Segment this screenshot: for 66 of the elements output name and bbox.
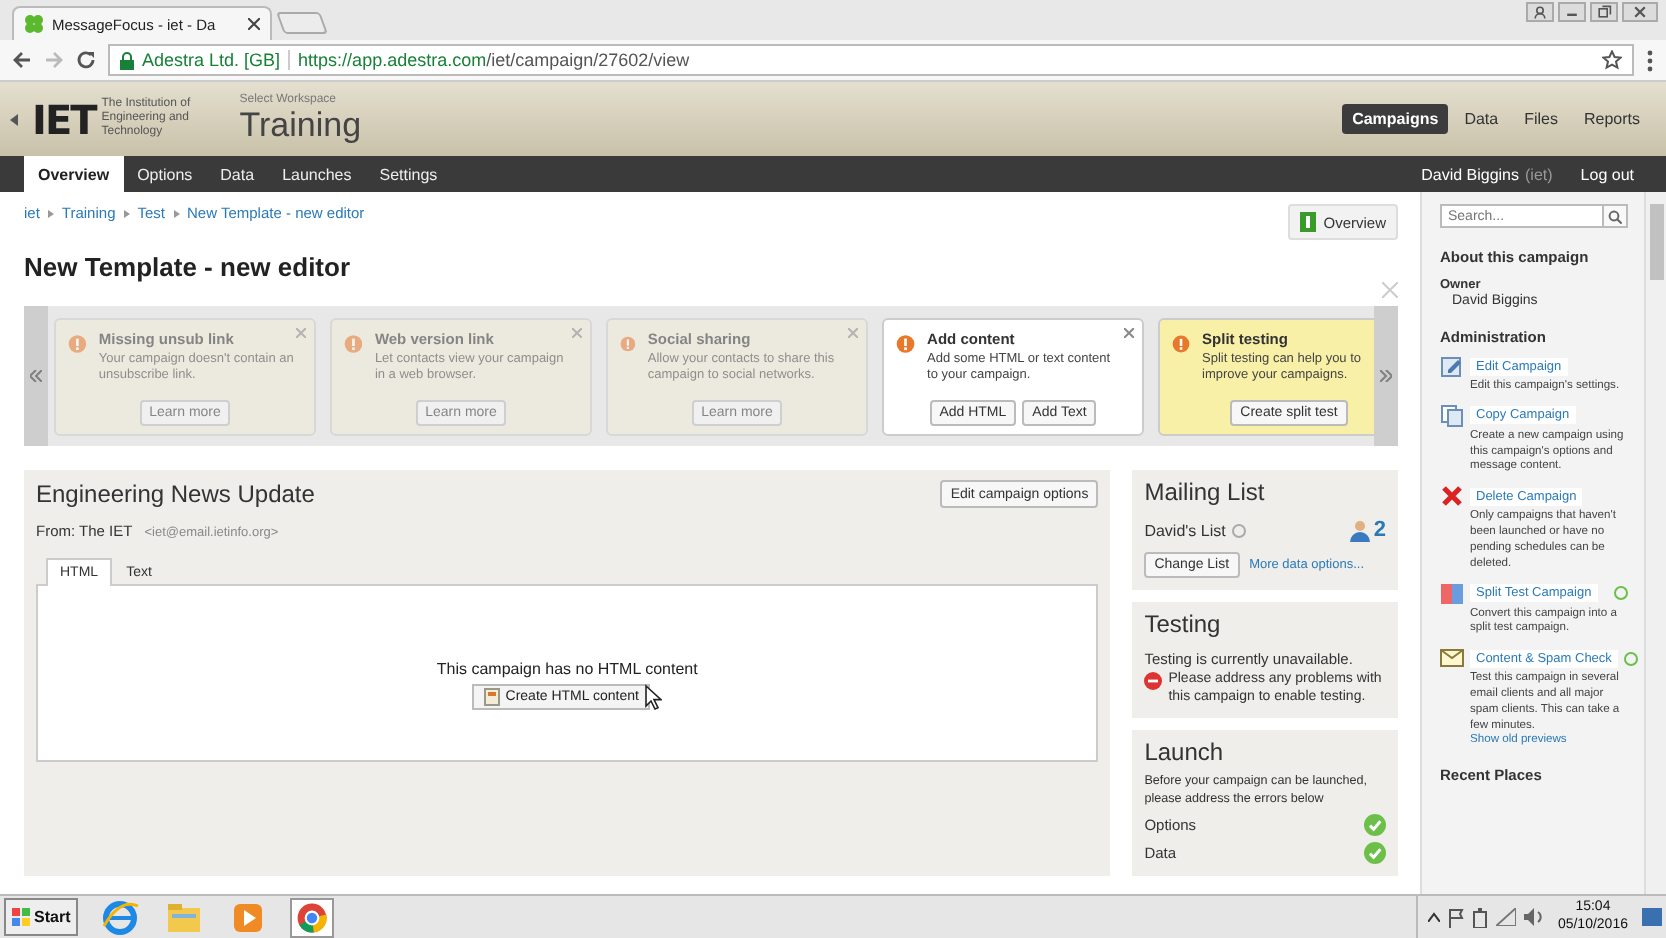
cross-icon [1440,484,1464,509]
signal-icon[interactable] [1495,908,1516,926]
menu-icon[interactable] [1646,49,1654,71]
caret-icon[interactable] [1427,912,1440,922]
nav-link[interactable]: Reports [1573,104,1650,134]
address-bar[interactable]: Adestra Ltd. [GB] https://app.adestra.com/iet/campaign/27602/view [108,44,1634,76]
list-name: David's List [1144,521,1226,539]
collapse-icon[interactable] [8,113,20,125]
user-name: David Biggins [1421,165,1520,183]
flag-icon[interactable] [1447,907,1464,927]
menu-tab[interactable]: Options [123,156,207,192]
close-icon[interactable] [1622,2,1658,22]
pencil-icon [1440,354,1464,378]
separator-icon [173,209,180,217]
restore-icon[interactable] [1590,2,1618,22]
cursor-icon [644,684,663,710]
logo: IET [32,95,96,143]
copy-icon [1440,403,1464,428]
nav-link[interactable]: Data [1454,104,1509,134]
contact-count: 2 [1373,518,1386,542]
lock-icon [120,51,134,69]
url-text: https://app.adestra.com/iet/campaign/27602/view [298,50,690,70]
help-book-icon [1299,212,1316,232]
warning-icon [344,329,363,357]
scrollbar[interactable] [1644,192,1666,894]
separator-icon [47,209,54,217]
star-icon[interactable] [1602,50,1622,70]
campaign-name: Engineering News Update [36,480,315,508]
clover-icon [24,14,44,34]
logout-link[interactable]: Log out [1580,156,1666,192]
speaker-icon[interactable] [1523,908,1544,926]
split-test-icon [1440,581,1464,605]
envelope-icon [1440,646,1464,671]
panel-title: Testing [1144,610,1223,638]
search-icon[interactable] [1608,209,1622,223]
site-identity: Adestra Ltd. [GB] [142,50,281,70]
battery-icon[interactable] [1471,907,1488,927]
page-title: New Template - new editor [24,252,353,282]
person-icon [1349,519,1370,541]
nav-link[interactable]: Campaigns [1342,104,1449,134]
user-org: (iet) [1525,165,1553,183]
panel-title: Launch [1144,738,1226,767]
double-chevron-left-icon [30,370,42,382]
reload-icon[interactable] [76,50,96,70]
menu-tab[interactable]: Launches [268,156,366,192]
warning-icon [68,329,87,357]
empty-message: This campaign has no HTML content [436,660,698,678]
menu-tab[interactable]: Settings [365,156,452,192]
start-button[interactable]: Start [4,898,79,936]
minimize-icon[interactable] [1558,2,1586,22]
workspace-name[interactable]: Training [239,105,362,145]
no-entry-icon [1144,672,1163,690]
windows-flag-icon [12,908,30,926]
back-icon[interactable] [12,50,32,70]
nav-link[interactable]: Files [1514,104,1568,134]
panel-title: Mailing List [1144,478,1267,506]
menu-tab[interactable]: Overview [24,156,124,192]
warning-icon [896,329,916,357]
menu-tab[interactable]: Data [206,156,269,192]
user-icon[interactable] [1526,2,1554,22]
browser-e-icon[interactable] [98,897,143,937]
separator-icon [123,209,130,217]
double-chevron-right-icon [1380,370,1392,382]
close-icon[interactable] [248,18,260,30]
info-icon [1231,523,1246,537]
document-icon [483,688,500,706]
